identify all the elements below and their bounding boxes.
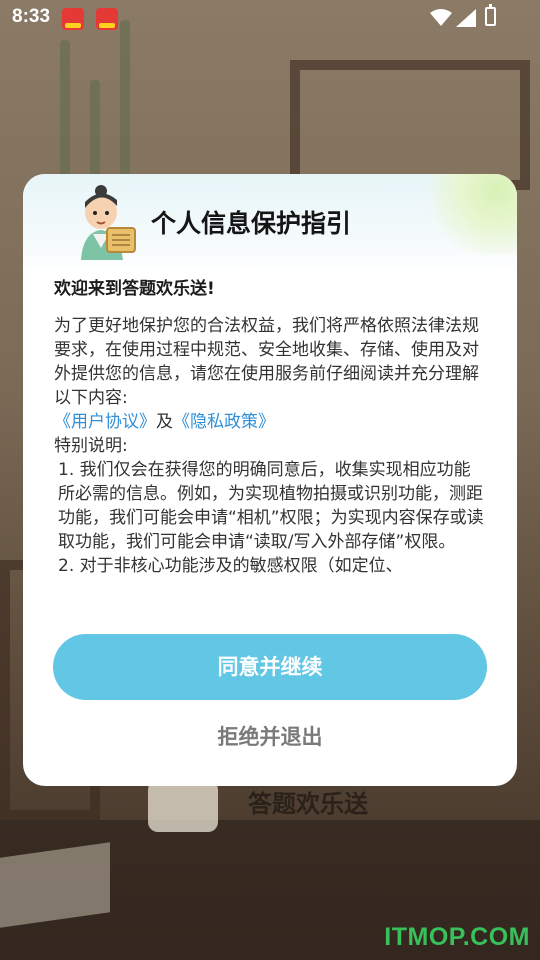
user-agreement-link[interactable]: 《用户协议》 — [54, 412, 156, 432]
note-point-2: 2. 对于非核心功能涉及的敏感权限（如定位、 — [58, 556, 403, 576]
agree-and-continue-button[interactable]: 同意并继续 — [53, 634, 487, 700]
policy-content-scroll[interactable]: 为了更好地保护您的合法权益，我们将严格依照法律法规要求，在使用过程中规范、安全地… — [54, 314, 486, 598]
signal-icon — [456, 9, 476, 27]
special-note-label: 特别说明: — [54, 436, 128, 456]
leaf-decoration — [417, 174, 517, 254]
watermark-text: ITMOP.COM — [384, 923, 530, 951]
and-text: 及 — [156, 412, 173, 432]
background-app-logo — [148, 780, 218, 832]
wifi-icon — [430, 9, 452, 26]
background-app-title: 答题欢乐送 — [248, 790, 368, 818]
status-time: 8:33 — [12, 6, 51, 27]
dialog-header: 个人信息保护指引 — [23, 174, 517, 274]
note-point-1: 1. 我们仅会在获得您的明确同意后，收集实现相应功能所必需的信息。例如，为实现植… — [58, 460, 484, 552]
privacy-policy-link[interactable]: 《隐私政策》 — [173, 412, 275, 432]
reject-and-exit-button[interactable]: 拒绝并退出 — [53, 712, 487, 762]
welcome-heading: 欢迎来到答题欢乐送! — [54, 279, 215, 299]
dialog-title: 个人信息保护指引 — [151, 209, 352, 238]
scholar-mascot-icon — [81, 185, 136, 260]
battery-charging-icon — [485, 4, 496, 26]
notification-app-icon — [62, 8, 84, 30]
policy-links-line: 《用户协议》及《隐私政策》 — [54, 410, 486, 434]
intro-paragraph: 为了更好地保护您的合法权益，我们将严格依照法律法规要求，在使用过程中规范、安全地… — [54, 316, 479, 408]
privacy-dialog: 个人信息保护指引 欢迎来到答题欢乐送! 为了更好地保护您的合法权益，我们将严格依… — [23, 174, 517, 786]
status-bar: 8:33 — [0, 0, 540, 36]
notification-app-icon — [96, 8, 118, 30]
